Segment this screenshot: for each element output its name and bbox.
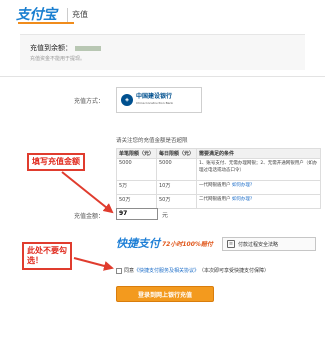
- amount-callout: 填写充值金额: [27, 153, 85, 171]
- checkbox-callout: 此处不要勾选！: [22, 242, 72, 270]
- checkbox-arrow: [73, 257, 114, 271]
- amount-arrow: [61, 171, 114, 214]
